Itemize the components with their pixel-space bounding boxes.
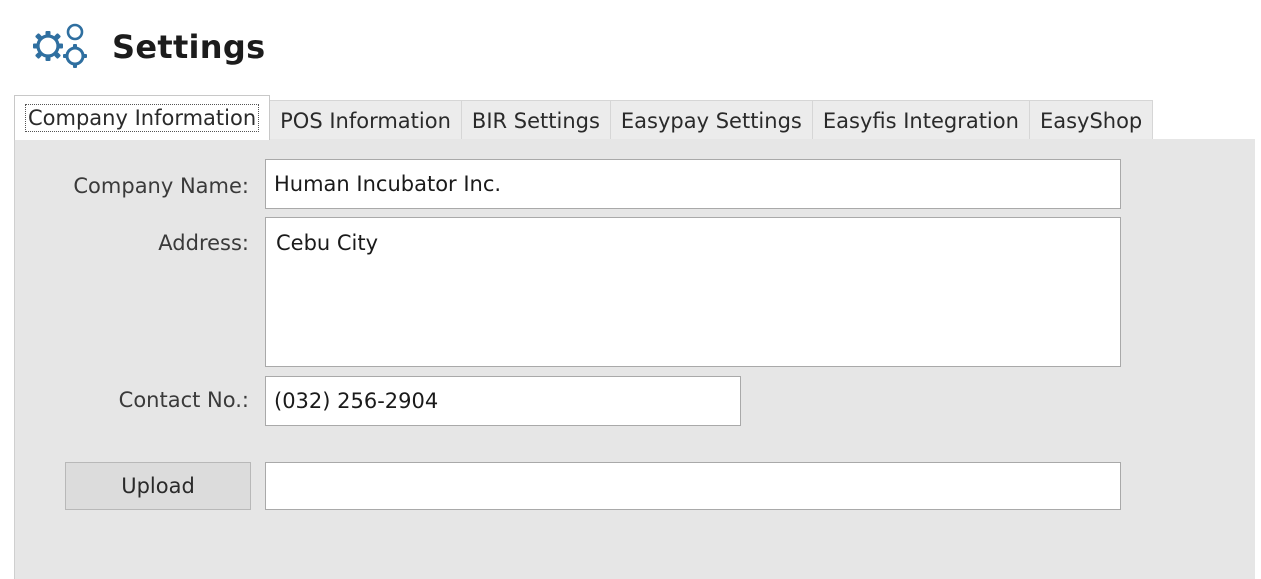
contact-no-label: Contact No.: [118, 388, 249, 412]
tab-label: Company Information [25, 104, 260, 132]
tab-easypay-settings[interactable]: Easypay Settings [609, 100, 813, 140]
tab-easyshop[interactable]: EasyShop [1028, 100, 1154, 140]
company-name-field[interactable] [265, 159, 1121, 209]
tab-bir-settings[interactable]: BIR Settings [460, 100, 611, 140]
address-field[interactable]: Cebu City [265, 217, 1121, 367]
upload-path-field[interactable] [265, 462, 1121, 510]
tab-company-information[interactable]: Company Information [14, 95, 271, 140]
tab-pos-information[interactable]: POS Information [269, 100, 462, 140]
page-title: Settings [112, 28, 266, 66]
tab-label: Easyfis Integration [822, 108, 1019, 133]
tab-label: EasyShop [1039, 108, 1143, 133]
settings-tabs: Company Information POS Information BIR … [14, 95, 1261, 140]
tab-label: POS Information [280, 108, 451, 133]
gears-icon [32, 20, 98, 70]
tab-easyfis-integration[interactable]: Easyfis Integration [811, 100, 1030, 140]
tab-label: Easypay Settings [620, 108, 802, 133]
address-label: Address: [158, 231, 249, 255]
company-name-label: Company Name: [73, 174, 249, 198]
company-information-panel: Company Name: Address: Cebu City Contact… [14, 139, 1255, 579]
contact-no-field[interactable] [265, 376, 741, 426]
upload-button[interactable]: Upload [65, 462, 251, 510]
settings-window: Settings Company Information POS Informa… [0, 0, 1261, 579]
page-header: Settings [32, 10, 265, 80]
tab-label: BIR Settings [471, 108, 600, 133]
